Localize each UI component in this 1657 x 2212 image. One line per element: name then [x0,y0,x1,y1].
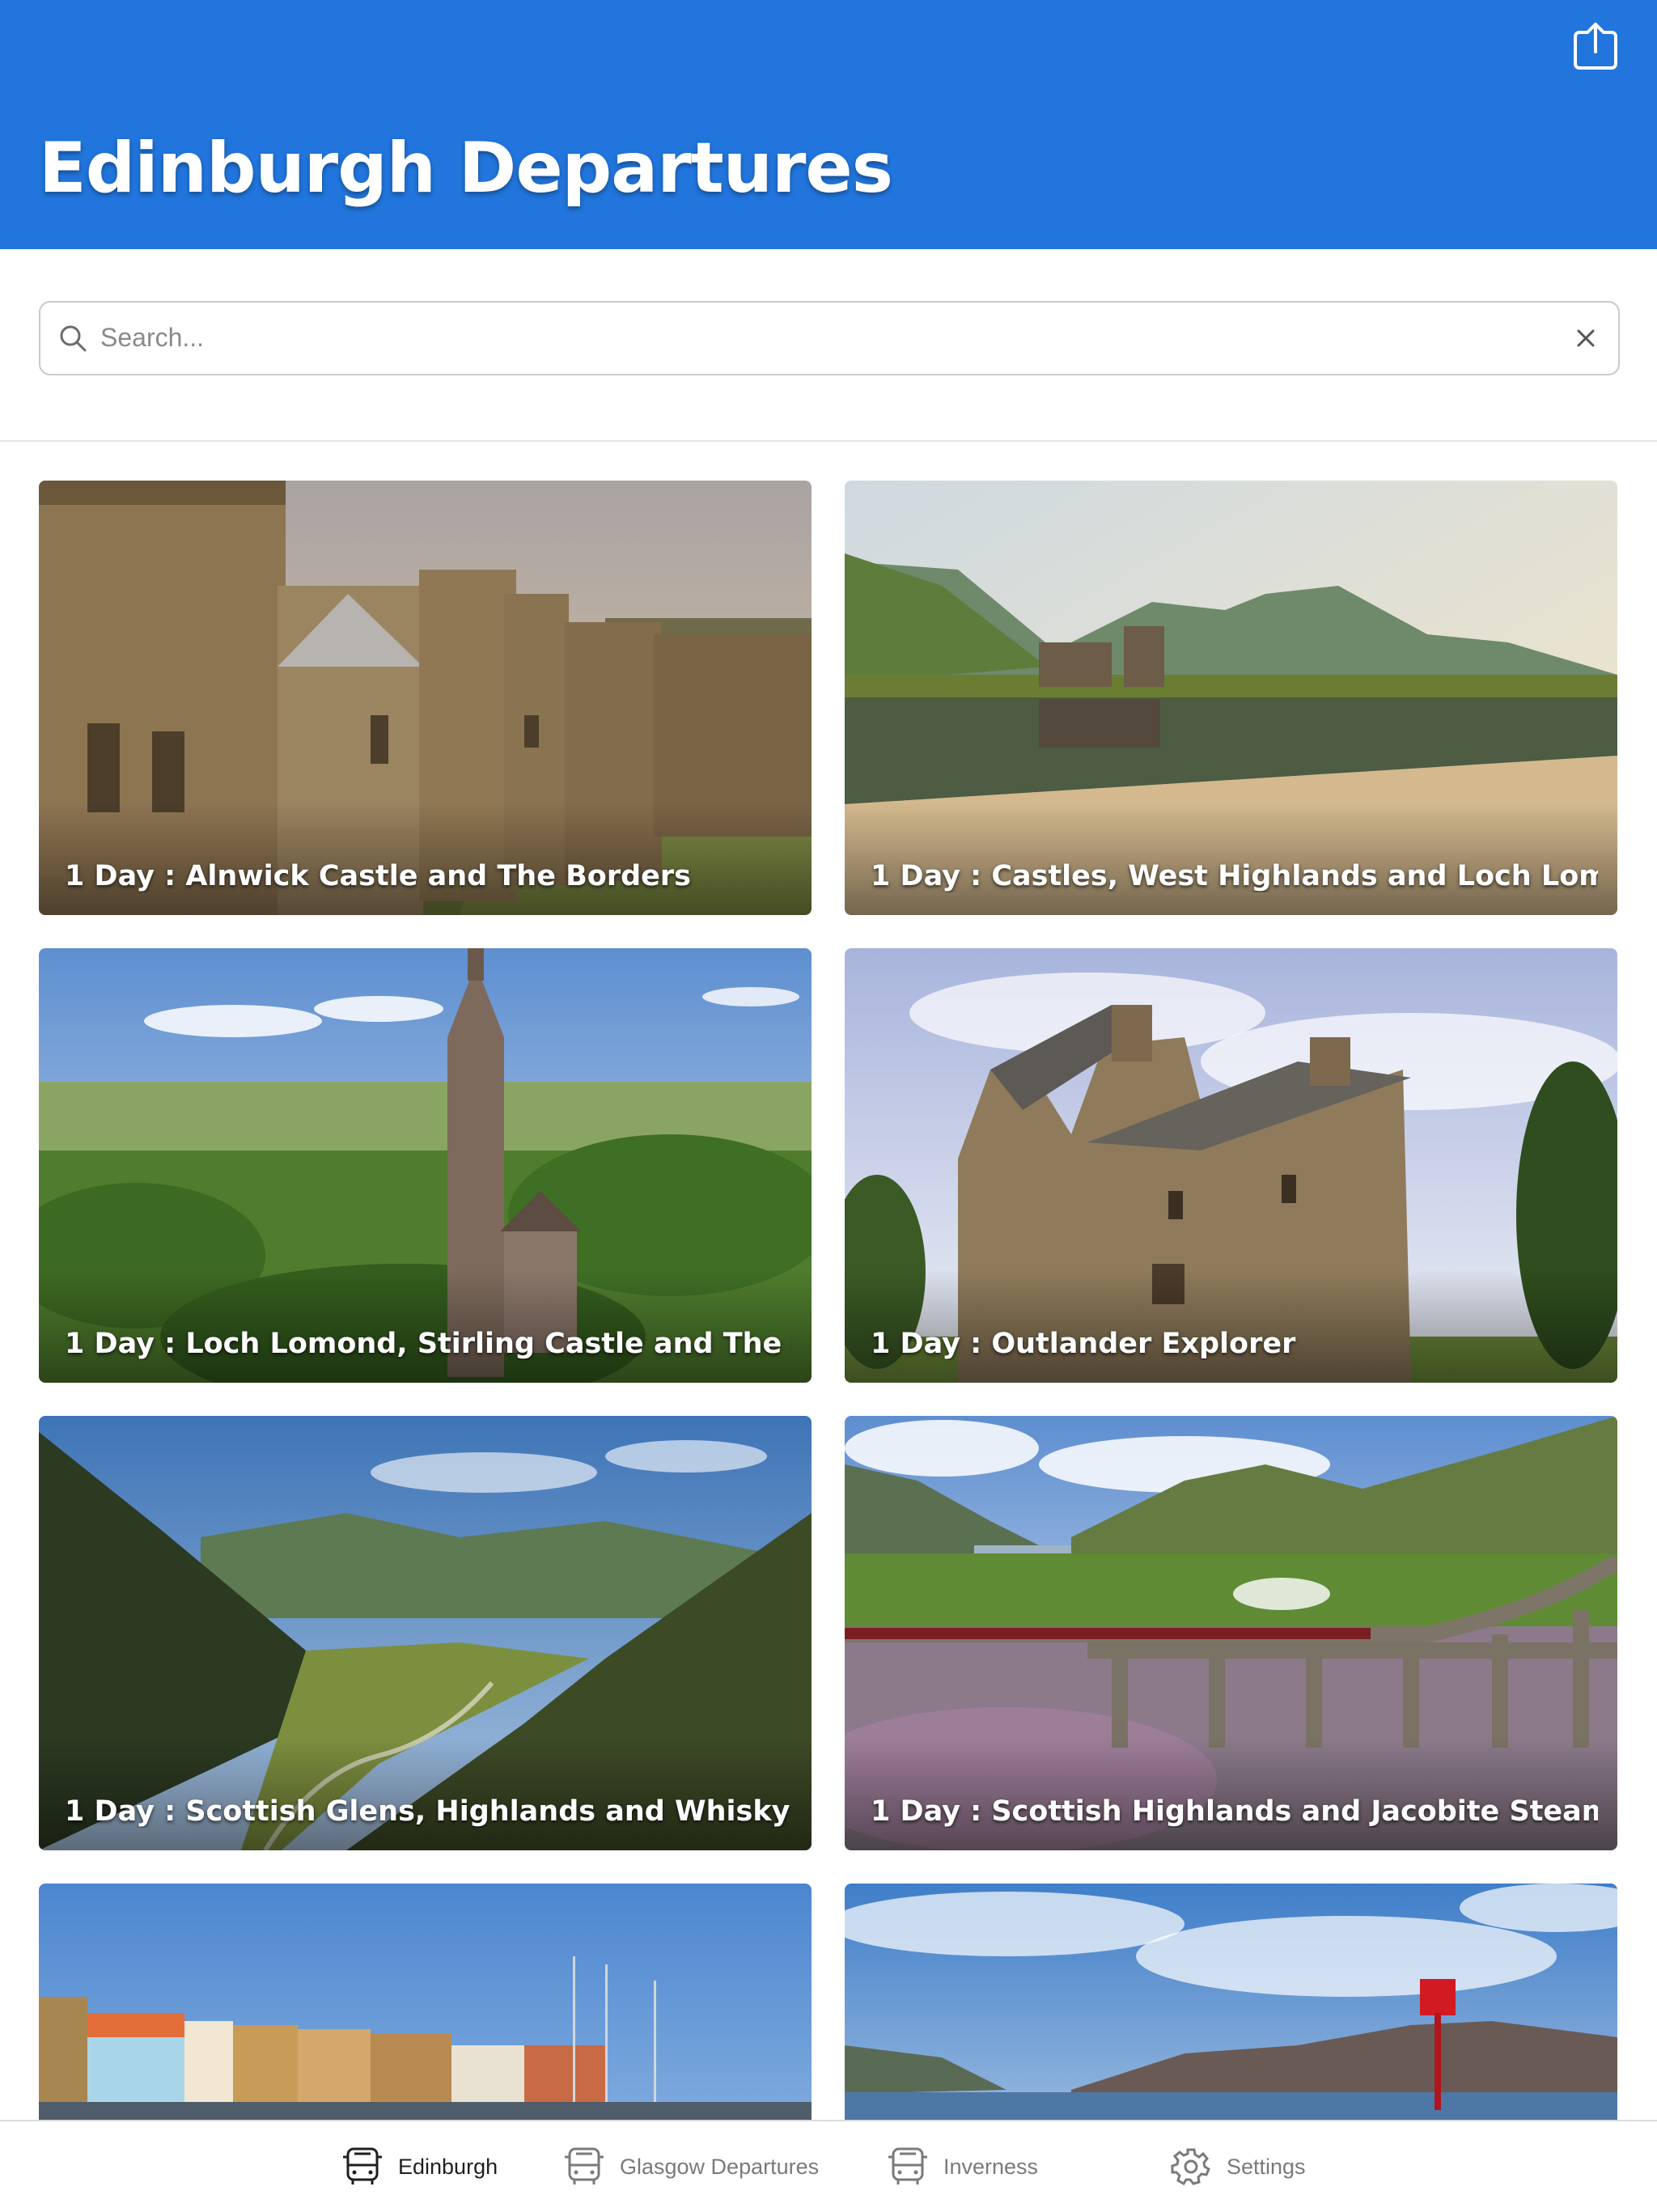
tour-image [845,1884,1617,2120]
search-bar[interactable] [39,301,1620,375]
tour-card[interactable]: 1 Day : Alnwick Castle and The Borders [39,481,812,915]
caption-shade [845,1269,1617,1383]
share-button[interactable] [1567,18,1624,74]
tour-image [39,1884,812,2120]
tab-label: Edinburgh [398,2154,498,2179]
caption-shade [39,802,812,915]
search-input[interactable] [99,311,1542,364]
tour-card[interactable]: 1 Day : Scottish Glens, Highlands and Wh… [39,1416,812,1850]
tour-title: 1 Day : Loch Lomond, Stirling Castle and… [65,1328,792,1360]
tour-card[interactable]: 1 Day : Outlander Explorer [845,948,1617,1383]
tab-edinburgh[interactable]: Edinburgh [340,2144,498,2189]
gear-icon [1171,2148,1210,2186]
bus-icon [565,2147,604,2184]
caption-shade [845,802,1617,915]
tour-card[interactable]: 1 Day : Scottish Highlands and Jacobite … [845,1416,1617,1850]
caption-shade [39,1737,812,1850]
tab-settings[interactable]: Settings [1168,2144,1306,2189]
page-title: Edinburgh Departures [39,128,893,209]
caption-shade [39,1269,812,1383]
tab-label: Inverness [943,2154,1039,2179]
tab-bar: Edinburgh Glasgow Departures Inverness S… [0,2120,1657,2212]
close-icon[interactable] [1573,325,1599,351]
tour-card[interactable] [39,1884,812,2120]
share-icon [1574,23,1617,70]
caption-shade [845,1737,1617,1850]
tab-glasgow-departures[interactable]: Glasgow Departures [562,2144,819,2189]
tour-title: 1 Day : Scottish Glens, Highlands and Wh… [65,1795,790,1828]
tour-grid: 1 Day : Alnwick Castle and The Borders 1… [0,442,1657,2120]
tour-title: 1 Day : Outlander Explorer [871,1328,1296,1360]
tour-card[interactable]: 1 Day : Castles, West Highlands and Loch… [845,481,1617,915]
tour-title: 1 Day : Scottish Highlands and Jacobite … [871,1795,1598,1828]
search-section [0,249,1657,442]
tour-card[interactable]: 1 Day : Loch Lomond, Stirling Castle and… [39,948,812,1383]
bus-icon [343,2147,382,2184]
tab-inverness[interactable]: Inverness [885,2144,1038,2189]
tab-label: Settings [1227,2154,1306,2179]
bus-icon [888,2147,927,2184]
header-bar: Edinburgh Departures [0,0,1657,249]
tour-title: 1 Day : Castles, West Highlands and Loch… [871,860,1598,892]
tab-label: Glasgow Departures [620,2154,820,2179]
tour-card[interactable] [845,1884,1617,2120]
search-icon [60,325,87,352]
tour-title: 1 Day : Alnwick Castle and The Borders [65,860,691,892]
